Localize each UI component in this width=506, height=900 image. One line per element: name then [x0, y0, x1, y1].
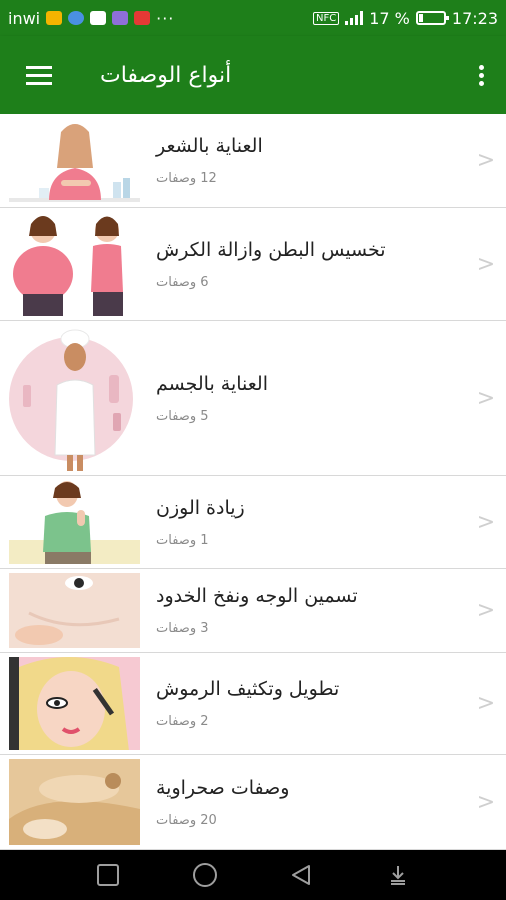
row-text: تطويل وتكثيف الرموش 2 وصفات	[140, 653, 466, 754]
chevron-right-icon: >	[476, 251, 496, 277]
category-row-weight-gain[interactable]: زيادة الوزن 1 وصفات >	[0, 476, 506, 569]
category-title: زيادة الوزن	[156, 496, 245, 519]
app-bar: أنواع الوصفات	[0, 36, 506, 114]
weight-gain-image	[9, 480, 140, 564]
category-count: 20 وصفات	[156, 812, 217, 828]
row-text: تسمين الوجه ونفخ الخدود 3 وصفات	[140, 569, 466, 652]
category-row-body-care[interactable]: العناية بالجسم 5 وصفات >	[0, 321, 506, 476]
signal-icon	[345, 11, 364, 25]
overflow-menu-icon[interactable]	[456, 36, 506, 114]
square-icon	[97, 864, 120, 886]
pull-down-icon	[390, 866, 405, 885]
more-notifications-icon: ···	[156, 8, 175, 28]
category-row-belly-slimming[interactable]: تخسيس البطن وازالة الكرش 6 وصفات >	[0, 208, 506, 321]
category-row-eyelashes[interactable]: تطويل وتكثيف الرموش 2 وصفات >	[0, 653, 506, 755]
chevron-right-icon: >	[476, 385, 496, 411]
belly-slimming-image	[9, 212, 140, 316]
category-title: العناية بالشعر	[156, 135, 263, 157]
category-title: تطويل وتكثيف الرموش	[156, 678, 340, 700]
category-count: 5 وصفات	[156, 408, 209, 424]
clock: 17:23	[451, 8, 498, 28]
chevron-right-icon: >	[476, 691, 496, 716]
system-nav-bar	[0, 850, 506, 900]
category-count: 2 وصفات	[156, 714, 209, 729]
row-text: العناية بالشعر 12 وصفات	[140, 114, 466, 207]
messenger-icon	[68, 11, 85, 25]
category-row-face-fattening[interactable]: تسمين الوجه ونفخ الخدود 3 وصفات >	[0, 569, 506, 653]
category-title: وصفات صحراوية	[156, 776, 290, 799]
category-title: تخسيس البطن وازالة الكرش	[156, 238, 386, 261]
row-text: العناية بالجسم 5 وصفات	[140, 321, 466, 475]
category-count: 3 وصفات	[156, 621, 209, 636]
triangle-back-icon	[292, 865, 311, 885]
chevron-right-icon: >	[476, 509, 496, 535]
youtube-icon	[134, 11, 151, 25]
category-row-hair-care[interactable]: العناية بالشعر 12 وصفات >	[0, 114, 506, 208]
category-title: العناية بالجسم	[156, 372, 268, 395]
category-count: 6 وصفات	[156, 274, 209, 290]
status-right: NFC 17 % 17:23	[313, 9, 498, 28]
row-text: وصفات صحراوية 20 وصفات	[140, 755, 466, 849]
row-text: تخسيس البطن وازالة الكرش 6 وصفات	[140, 208, 466, 320]
category-row-desert-recipes[interactable]: وصفات صحراوية 20 وصفات >	[0, 755, 506, 850]
mail-icon	[90, 11, 107, 25]
category-count: 1 وصفات	[156, 532, 209, 548]
back-button[interactable]	[281, 855, 321, 895]
category-count: 12 وصفات	[156, 171, 217, 186]
body-care-image	[9, 325, 140, 471]
nfc-icon: NFC	[313, 11, 340, 25]
recent-apps-button[interactable]	[88, 855, 128, 895]
chevron-right-icon: >	[476, 789, 496, 815]
hair-care-image	[9, 118, 140, 203]
notification-pull-button[interactable]	[378, 855, 418, 895]
home-button[interactable]	[185, 855, 225, 895]
chevron-right-icon: >	[476, 598, 496, 623]
carrier-label: inwi	[8, 8, 41, 28]
desert-recipes-image	[9, 759, 140, 845]
category-list: العناية بالشعر 12 وصفات > تخسيس البطن وا…	[0, 114, 506, 850]
chevron-right-icon: >	[476, 148, 496, 173]
battery-icon	[415, 11, 449, 25]
menu-icon[interactable]	[10, 36, 68, 114]
battery-percent: 17 %	[369, 8, 410, 28]
page-title: أنواع الوصفات	[100, 62, 232, 88]
status-left: inwi ···	[8, 9, 174, 28]
face-fattening-image	[9, 573, 140, 648]
viber-icon	[112, 11, 129, 25]
circle-icon	[192, 863, 217, 887]
row-text: زيادة الوزن 1 وصفات	[140, 476, 466, 568]
category-title: تسمين الوجه ونفخ الخدود	[156, 585, 358, 607]
battery-fill	[418, 14, 423, 22]
status-bar: inwi ··· NFC 17 % 17:23	[0, 0, 506, 36]
eyelashes-image	[9, 657, 140, 750]
notification-app-icon	[46, 11, 63, 25]
